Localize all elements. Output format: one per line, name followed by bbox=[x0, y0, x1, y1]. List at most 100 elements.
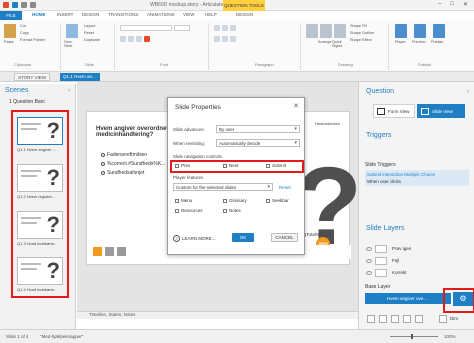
tab-animations[interactable]: ANIMATIONS bbox=[147, 12, 175, 17]
timeline-states-notes-bar[interactable]: Timeline, States, Notes bbox=[77, 311, 358, 319]
close-icon[interactable]: ✕ bbox=[293, 102, 299, 110]
tab-design[interactable]: DESIGN bbox=[82, 12, 99, 17]
layout-button[interactable]: Layout bbox=[84, 24, 95, 28]
tab-view[interactable]: VIEW bbox=[183, 12, 195, 17]
slide-question-text[interactable]: Hvem angiver overordnet medicinhåndterin… bbox=[96, 126, 176, 138]
base-layer-row[interactable]: Hvem angiver ove... bbox=[365, 293, 451, 304]
arrange-icon[interactable] bbox=[320, 24, 332, 38]
cancel-button[interactable]: CANCEL bbox=[271, 233, 298, 242]
duplicate-button[interactable]: Duplicate bbox=[84, 38, 100, 42]
slide-tab[interactable]: Q1.1 Hvem an... bbox=[60, 73, 100, 81]
new-slide-icon[interactable] bbox=[66, 24, 78, 38]
undo-icon[interactable] bbox=[21, 2, 27, 8]
slide-view-button[interactable]: Slide View bbox=[417, 104, 465, 118]
reset-link[interactable]: Reset bbox=[279, 185, 291, 190]
slide-thumbnail[interactable]: ? bbox=[17, 164, 63, 192]
font-color-icon[interactable] bbox=[144, 36, 150, 42]
slide-thumbnail[interactable]: ? bbox=[17, 257, 63, 285]
slide-thumbnail[interactable]: ? bbox=[17, 211, 63, 239]
story-view-tab[interactable]: STORY VIEW bbox=[14, 73, 51, 81]
revisit-dropdown[interactable]: Automatically decide ▾ bbox=[216, 139, 300, 147]
reset-button[interactable]: Reset bbox=[84, 31, 94, 35]
shapes-icon[interactable] bbox=[306, 24, 318, 38]
minimize-icon[interactable]: – bbox=[438, 1, 441, 7]
tab-file[interactable]: FILE bbox=[0, 11, 22, 20]
layer-row[interactable]: Prøv igen bbox=[366, 245, 411, 253]
duplicate-layer-icon[interactable] bbox=[379, 315, 387, 323]
align-center-icon[interactable] bbox=[222, 36, 228, 42]
advance-dropdown[interactable]: By user ▾ bbox=[216, 125, 300, 133]
bullets-icon[interactable] bbox=[214, 25, 220, 31]
font-size-dropdown[interactable] bbox=[174, 25, 190, 31]
indent-icon[interactable] bbox=[230, 25, 236, 31]
prev-checkbox[interactable]: Prev bbox=[175, 163, 190, 168]
close-icon[interactable]: ✕ bbox=[463, 1, 468, 8]
nav-icon[interactable] bbox=[117, 247, 126, 256]
quick-styles-label: Quick Styles bbox=[332, 40, 343, 48]
quick-styles-icon[interactable] bbox=[334, 24, 346, 38]
notes-checkbox[interactable]: Notes bbox=[223, 208, 241, 213]
gear-icon[interactable]: ⚙ bbox=[453, 292, 473, 306]
glossary-checkbox[interactable]: Glossary bbox=[223, 198, 247, 203]
maximize-icon[interactable]: □ bbox=[450, 1, 454, 7]
dim-label: Dim bbox=[450, 316, 458, 321]
preview-icon[interactable] bbox=[414, 24, 426, 38]
paste-icon[interactable] bbox=[4, 24, 16, 38]
collapse-icon[interactable]: ‹ bbox=[68, 88, 70, 94]
seekbar-checkbox[interactable]: Seekbar bbox=[266, 198, 289, 203]
underline-icon[interactable] bbox=[136, 36, 142, 42]
resources-checkbox[interactable]: Resources bbox=[175, 208, 203, 213]
answer-option[interactable]: Sundhedsafsnjet bbox=[101, 170, 144, 176]
format-painter-button[interactable]: Format Painter bbox=[20, 38, 45, 42]
form-view-button[interactable]: Form View bbox=[373, 104, 415, 118]
bold-icon[interactable] bbox=[120, 36, 126, 42]
player-icon[interactable] bbox=[395, 24, 407, 38]
italic-icon[interactable] bbox=[128, 36, 134, 42]
numbering-icon[interactable] bbox=[222, 25, 228, 31]
tab-transitions[interactable]: TRANSITIONS bbox=[108, 12, 138, 17]
trigger-line[interactable]: Submit interaction Multiple Choice bbox=[367, 172, 435, 177]
nav-icon[interactable] bbox=[93, 247, 102, 256]
tab-question-design[interactable]: DESIGN bbox=[236, 12, 253, 17]
answer-option[interactable]: %correct.#Sundheds%K... bbox=[101, 161, 165, 167]
slide-thumbnail[interactable]: ? bbox=[17, 117, 63, 145]
shape-effect-button[interactable]: Shape Effect bbox=[350, 38, 372, 42]
menu-checkbox[interactable]: Menu bbox=[175, 198, 192, 203]
nav-icon[interactable] bbox=[105, 247, 114, 256]
zoom-slider-knob[interactable] bbox=[411, 334, 413, 339]
ok-button[interactable]: OK bbox=[232, 233, 254, 242]
move-down-icon[interactable] bbox=[415, 315, 423, 323]
cut-button[interactable]: Cut bbox=[20, 24, 26, 28]
tab-insert[interactable]: INSERT bbox=[57, 12, 73, 17]
zoom-slider-track[interactable] bbox=[390, 336, 438, 337]
shape-outline-button[interactable]: Shape Outline bbox=[350, 31, 374, 35]
redo-icon[interactable] bbox=[30, 2, 36, 8]
new-layer-icon[interactable] bbox=[367, 315, 375, 323]
answer-option[interactable]: Fadersereftmilsen bbox=[101, 152, 147, 158]
eye-icon[interactable] bbox=[366, 271, 372, 275]
tab-home[interactable]: HOME bbox=[32, 12, 46, 17]
question-mark-icon: ? bbox=[46, 258, 60, 283]
align-right-icon[interactable] bbox=[230, 36, 236, 42]
collapse-icon[interactable]: › bbox=[467, 89, 469, 95]
next-checkbox[interactable]: Next bbox=[223, 163, 238, 168]
publish-icon[interactable] bbox=[433, 24, 445, 38]
layer-row[interactable]: Fejl bbox=[366, 257, 399, 265]
delete-layer-icon[interactable] bbox=[391, 315, 399, 323]
font-family-dropdown[interactable] bbox=[120, 25, 172, 31]
eye-icon[interactable] bbox=[366, 247, 372, 251]
scene-name[interactable]: 1 Question Bani bbox=[9, 99, 45, 105]
learn-more-link[interactable]: ? LEARN MORE... bbox=[173, 235, 216, 242]
copy-button[interactable]: Copy bbox=[20, 31, 29, 35]
dim-checkbox[interactable] bbox=[439, 315, 447, 323]
eye-icon[interactable] bbox=[366, 259, 372, 263]
layer-row[interactable]: Korrekt bbox=[366, 269, 407, 277]
submit-checkbox[interactable]: Submit bbox=[266, 163, 286, 168]
tab-help[interactable]: HELP bbox=[205, 12, 217, 17]
align-left-icon[interactable] bbox=[214, 36, 220, 42]
trigger-condition[interactable]: When user clicks bbox=[367, 179, 401, 184]
save-icon[interactable] bbox=[12, 2, 18, 8]
player-features-dropdown[interactable]: Custom for the selected slides ▾ bbox=[173, 183, 273, 191]
move-up-icon[interactable] bbox=[403, 315, 411, 323]
shape-fill-button[interactable]: Shape Fill bbox=[350, 24, 367, 28]
